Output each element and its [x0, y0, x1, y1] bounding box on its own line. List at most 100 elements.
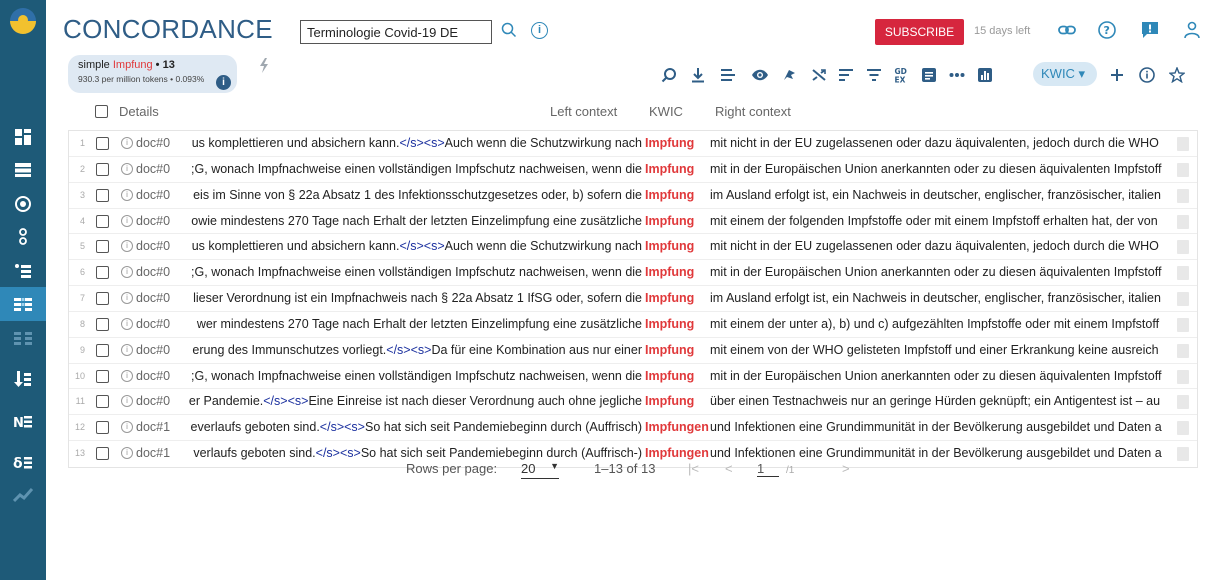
table-row[interactable]: 1 i doc#0 us komplettieren und absichern ka…	[69, 131, 1197, 157]
right-context[interactable]: mit einem von der WHO gelisteten Impfsto…	[710, 343, 1172, 357]
query-info-icon[interactable]: i	[216, 75, 231, 90]
row-checkbox[interactable]	[96, 317, 109, 331]
current-page-input[interactable]: 1	[757, 461, 779, 477]
row-checkbox[interactable]	[96, 240, 109, 254]
left-context[interactable]: ;G, wonach Impfnachweise einen vollständ…	[122, 369, 642, 383]
kwic-keyword[interactable]: Impfung	[645, 162, 694, 176]
copy-icon[interactable]	[1177, 343, 1189, 358]
kwic-keyword[interactable]: Impfung	[645, 188, 694, 202]
table-row[interactable]: 4 i doc#0 owie mindestens 270 Tage nach Erh…	[69, 209, 1197, 235]
table-row[interactable]: 7 i doc#0 lieser Verordnung ist ein Impfnac…	[69, 286, 1197, 312]
left-context[interactable]: owie mindestens 270 Tage nach Erhalt der…	[122, 214, 642, 228]
dashboard-icon[interactable]	[0, 120, 46, 154]
select-all-checkbox[interactable]	[95, 105, 108, 118]
right-context[interactable]: mit in der Europäischen Union anerkannte…	[710, 369, 1172, 383]
left-context[interactable]: ;G, wonach Impfnachweise einen vollständ…	[122, 162, 642, 176]
concordance-icon[interactable]	[0, 287, 46, 321]
sort-icon[interactable]	[837, 66, 855, 84]
star-icon[interactable]	[1168, 66, 1186, 84]
right-context[interactable]: mit in der Europäischen Union anerkannte…	[710, 265, 1172, 279]
right-context[interactable]: mit einem der folgenden Impfstoffe oder …	[710, 214, 1172, 228]
row-checkbox[interactable]	[96, 395, 109, 409]
row-checkbox[interactable]	[96, 214, 109, 228]
subscribe-button[interactable]: SUBSCRIBE	[875, 19, 964, 45]
table-row[interactable]: 3 i doc#0 eis im Sinne von § 22a Absatz 1 d…	[69, 183, 1197, 209]
rows-per-page-select[interactable]: 20 ▼	[521, 461, 559, 479]
right-context[interactable]: im Ausland erfolgt ist, ein Nachweis in …	[710, 188, 1172, 202]
table-row[interactable]: 5 i doc#0 us komplettieren und absichern ka…	[69, 234, 1197, 261]
flash-icon[interactable]	[259, 58, 269, 74]
link-icon[interactable]	[1057, 20, 1077, 40]
right-context[interactable]: mit in der Europäischen Union anerkannte…	[710, 162, 1172, 176]
table-row[interactable]: 6 i doc#0 ;G, wonach Impfnachweise einen vo…	[69, 260, 1197, 287]
kwic-keyword[interactable]: Impfung	[645, 136, 694, 150]
left-context[interactable]: er Pandemie.</s><s>Eine Einreise ist nac…	[122, 394, 642, 408]
left-context[interactable]: us komplettieren und absichern kann.</s>…	[122, 136, 642, 150]
wordlist-icon[interactable]	[0, 362, 46, 396]
corpus-info-icon[interactable]: i	[531, 22, 548, 39]
keywords-icon[interactable]: δ	[0, 445, 46, 479]
app-logo[interactable]	[10, 8, 36, 34]
query-summary-chip[interactable]: simple Impfung • 13 930.3 per million to…	[68, 55, 237, 93]
shuffle-icon[interactable]	[810, 66, 828, 84]
kwic-keyword[interactable]: Impfung	[645, 369, 694, 383]
view-options-icon[interactable]	[719, 66, 737, 84]
row-checkbox[interactable]	[96, 447, 109, 461]
right-context[interactable]: mit einem der unter a), b) und c) aufgez…	[710, 317, 1172, 331]
row-checkbox[interactable]	[96, 188, 109, 202]
table-row[interactable]: 11 i doc#0 er Pandemie.</s><s>Eine Einreise…	[69, 389, 1197, 416]
table-row[interactable]: 12 i doc#1 everlaufs geboten sind.</s><s>So…	[69, 415, 1197, 442]
table-row[interactable]: 9 i doc#0 erung des Immunschutzes vorliegt.…	[69, 338, 1197, 364]
copy-icon[interactable]	[1177, 369, 1189, 384]
row-checkbox[interactable]	[96, 421, 109, 435]
row-checkbox[interactable]	[96, 266, 109, 280]
copy-icon[interactable]	[1177, 266, 1189, 281]
view-mode-select[interactable]: KWIC ▾	[1033, 62, 1097, 86]
ngrams-icon[interactable]: N	[0, 404, 46, 438]
first-page-icon[interactable]: |<	[688, 461, 699, 476]
copy-icon[interactable]	[1177, 137, 1189, 151]
kwic-keyword[interactable]: Impfung	[645, 291, 694, 305]
trends-icon[interactable]	[0, 478, 46, 512]
left-context[interactable]: ;G, wonach Impfnachweise einen vollständ…	[122, 265, 642, 279]
copy-icon[interactable]	[1177, 292, 1189, 307]
target-icon[interactable]	[0, 187, 46, 221]
kwic-keyword[interactable]: Impfung	[645, 214, 694, 228]
zoom-search-icon[interactable]	[660, 66, 678, 84]
help-icon[interactable]: ?	[1097, 20, 1117, 40]
copy-icon[interactable]	[1177, 162, 1189, 177]
left-context[interactable]: us komplettieren und absichern kann.</s>…	[122, 239, 642, 253]
copy-icon[interactable]	[1177, 447, 1189, 462]
column-right-context[interactable]: Right context	[715, 104, 791, 119]
left-context[interactable]: eis im Sinne von § 22a Absatz 1 des Infe…	[122, 188, 642, 202]
right-context[interactable]: mit nicht in der EU zugelassenen oder da…	[710, 136, 1172, 150]
copy-icon[interactable]	[1177, 421, 1189, 436]
thesaurus-icon[interactable]	[0, 254, 46, 288]
list-icon[interactable]	[0, 153, 46, 187]
kwic-keyword[interactable]: Impfung	[645, 317, 694, 331]
add-icon[interactable]	[1108, 66, 1126, 84]
left-context[interactable]: lieser Verordnung ist ein Impfnachweis n…	[122, 291, 642, 305]
column-kwic[interactable]: KWIC	[649, 104, 683, 119]
next-page-icon[interactable]: >	[842, 461, 850, 476]
kwic-keyword[interactable]: Impfung	[645, 394, 694, 408]
table-row[interactable]: 10 i doc#0 ;G, wonach Impfnachweise einen v…	[69, 364, 1197, 390]
filter-icon[interactable]	[865, 66, 883, 84]
right-context[interactable]: über einen Testnachweis nur an geringe H…	[710, 394, 1172, 408]
frequency-chart-icon[interactable]	[976, 66, 994, 84]
word-sketch-icon[interactable]	[0, 220, 46, 254]
parallel-concordance-icon[interactable]	[0, 321, 46, 355]
user-icon[interactable]	[1183, 20, 1201, 40]
row-checkbox[interactable]	[96, 162, 109, 176]
left-context[interactable]: verlaufs geboten sind.</s><s>So hat sich…	[122, 446, 642, 460]
copy-icon[interactable]	[1177, 214, 1189, 229]
kwic-keyword[interactable]: Impfungen	[645, 446, 709, 460]
left-context[interactable]: everlaufs geboten sind.</s><s>So hat sic…	[122, 420, 642, 434]
row-checkbox[interactable]	[96, 137, 109, 150]
copy-icon[interactable]	[1177, 240, 1189, 255]
kwic-keyword[interactable]: Impfung	[645, 343, 694, 357]
kwic-keyword[interactable]: Impfung	[645, 239, 694, 253]
gdex-bird-icon[interactable]	[780, 66, 798, 84]
prev-page-icon[interactable]: <	[725, 461, 733, 476]
row-checkbox[interactable]	[96, 343, 109, 357]
